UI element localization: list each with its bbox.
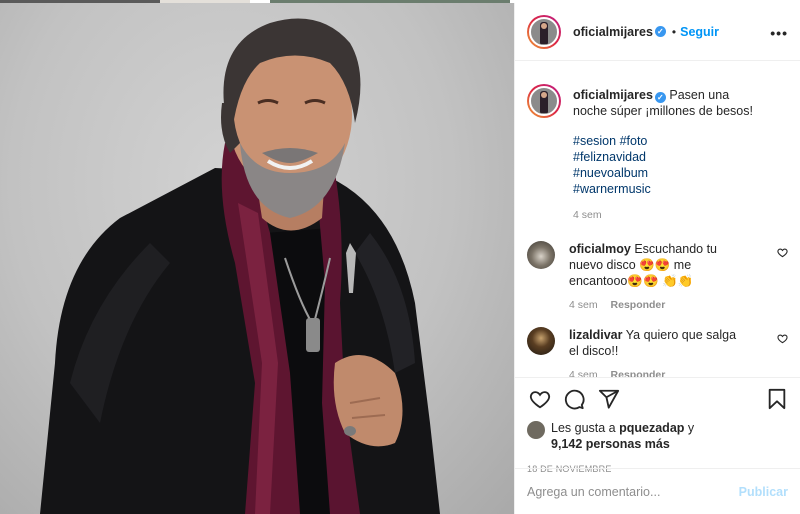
verified-badge-icon: ✓ bbox=[654, 92, 666, 103]
caption-hashtags: #sesion #foto #feliznavidad #nuevoalbum … bbox=[573, 133, 743, 197]
comment-input[interactable] bbox=[527, 484, 739, 499]
more-options-icon[interactable]: ••• bbox=[770, 25, 788, 41]
commenter-avatar[interactable] bbox=[527, 241, 555, 269]
author-username[interactable]: oficialmijares bbox=[573, 25, 653, 39]
post-detail-panel: oficialmijares ✓ • Seguir ••• oficialmij… bbox=[514, 3, 800, 514]
post-header: oficialmijares ✓ • Seguir ••• bbox=[515, 3, 800, 61]
heart-icon[interactable] bbox=[529, 388, 551, 410]
add-comment-bar: Publicar bbox=[515, 468, 800, 514]
bookmark-icon[interactable] bbox=[766, 388, 788, 410]
post-actions: Les gusta a pquezadap y 9,142 personas m… bbox=[515, 377, 800, 474]
comment-like-heart-icon[interactable] bbox=[777, 247, 788, 258]
comments-list[interactable]: oficialmijares ✓ Pasen una noche súper ¡m… bbox=[515, 62, 800, 377]
publish-button[interactable]: Publicar bbox=[739, 485, 788, 499]
commenter-username[interactable]: oficialmoy bbox=[569, 242, 631, 256]
likes-summary: Les gusta a pquezadap y 9,142 personas m… bbox=[527, 420, 788, 452]
liker-username[interactable]: pquezadap bbox=[619, 421, 684, 435]
send-icon[interactable] bbox=[598, 388, 620, 410]
reply-button[interactable]: Responder bbox=[611, 299, 666, 311]
verified-badge-icon: ✓ bbox=[654, 26, 666, 37]
post-photo bbox=[0, 3, 514, 514]
comment-time[interactable]: 4 sem bbox=[569, 369, 598, 377]
comment-like-heart-icon[interactable] bbox=[777, 333, 788, 344]
caption: oficialmijares ✓ Pasen una noche súper ¡m… bbox=[527, 84, 788, 221]
comment-item: oficialmoy Escuchando tu nuevo disco 😍😍 … bbox=[527, 241, 788, 311]
comment-time[interactable]: 4 sem bbox=[569, 299, 598, 311]
action-icons bbox=[527, 386, 788, 416]
reply-button[interactable]: Responder bbox=[611, 369, 666, 377]
caption-username[interactable]: oficialmijares bbox=[573, 88, 653, 102]
caption-time[interactable]: 4 sem bbox=[573, 209, 602, 221]
commenter-username[interactable]: lizaldivar bbox=[569, 328, 623, 342]
caption-author-avatar[interactable] bbox=[527, 84, 561, 118]
hashtag-link[interactable]: #feliznavidad bbox=[573, 150, 646, 164]
likes-connector: y bbox=[687, 421, 695, 435]
commenter-avatar[interactable] bbox=[527, 327, 555, 355]
comment-item: lizaldivar Ya quiero que salga el disco!… bbox=[527, 327, 788, 377]
separator-dot: • bbox=[671, 24, 677, 39]
likes-count[interactable]: 9,142 personas más bbox=[551, 437, 670, 451]
liker-avatar[interactable] bbox=[527, 421, 545, 439]
hashtag-link[interactable]: #sesion bbox=[573, 134, 616, 148]
comment-icon[interactable] bbox=[563, 388, 585, 410]
follow-button[interactable]: Seguir bbox=[680, 25, 719, 39]
author-avatar[interactable] bbox=[527, 14, 561, 49]
hashtag-link[interactable]: #nuevoalbum bbox=[573, 166, 648, 180]
hashtag-link[interactable]: #foto bbox=[620, 134, 648, 148]
likes-prefix: Les gusta a bbox=[551, 421, 616, 435]
hashtag-link[interactable]: #warnermusic bbox=[573, 182, 651, 196]
portrait-illustration bbox=[40, 18, 440, 514]
